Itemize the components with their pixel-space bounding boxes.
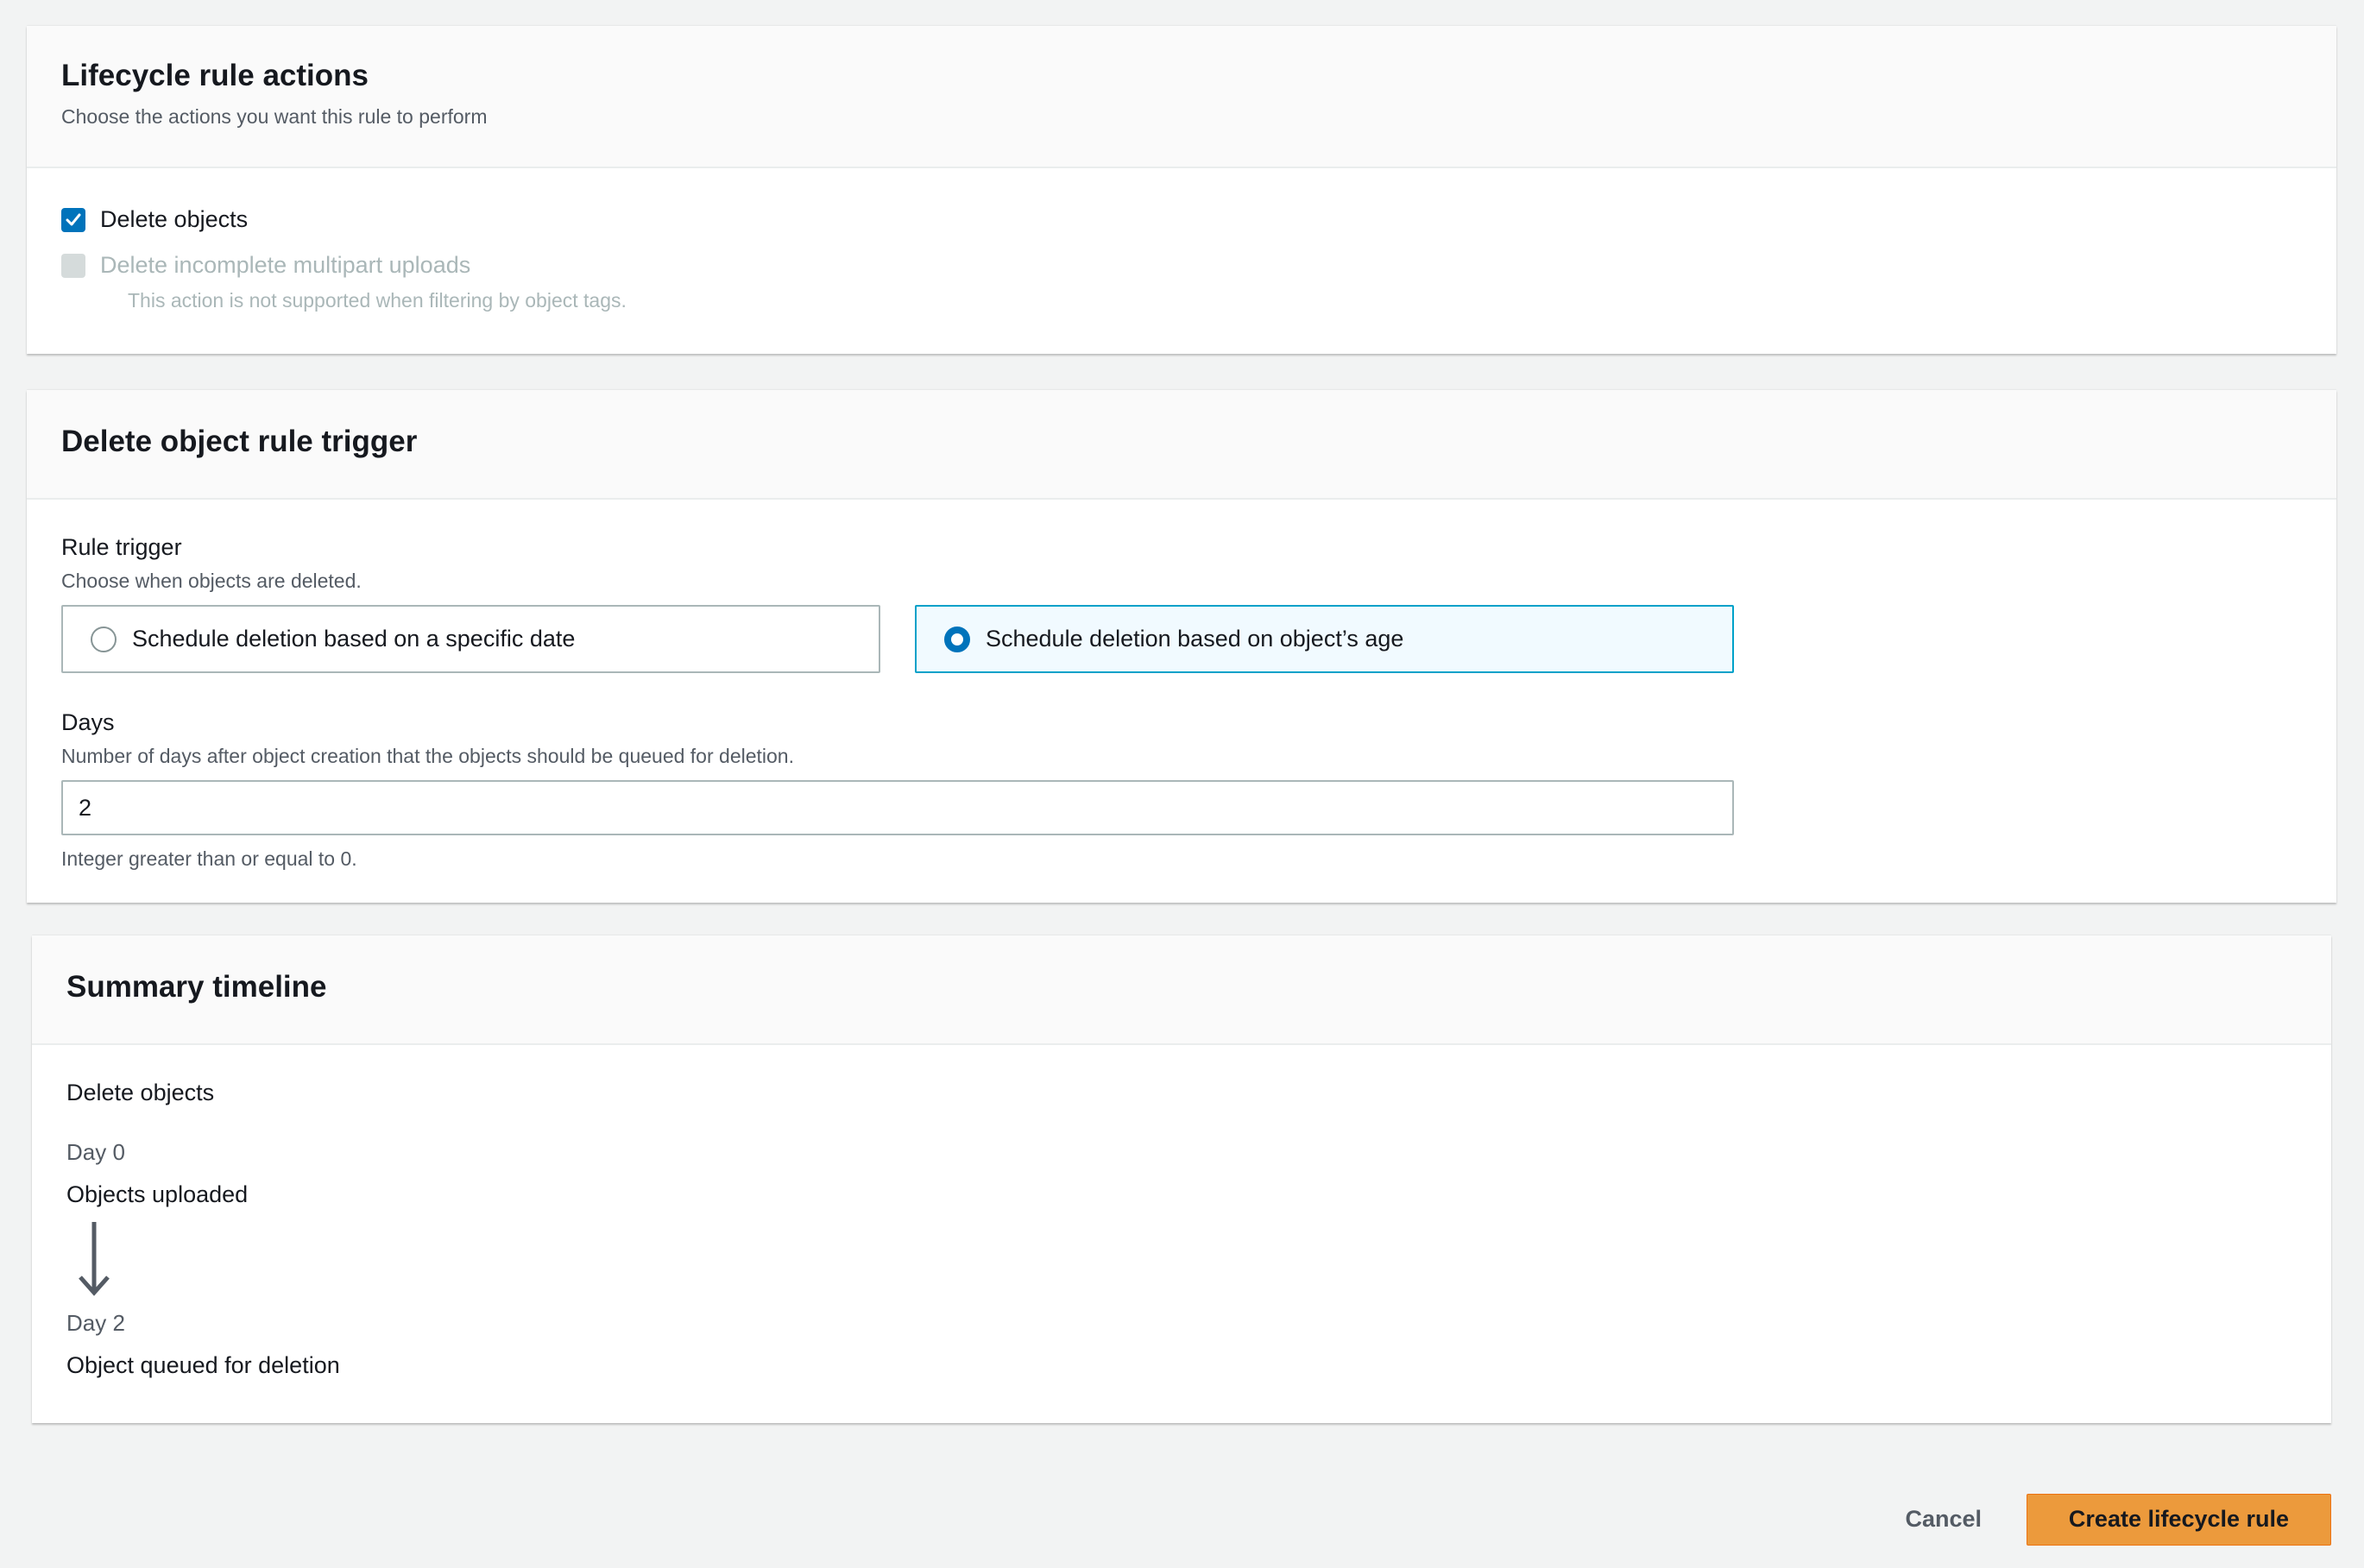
timeline-step-day: Day 2	[66, 1310, 125, 1336]
panel-title: Lifecycle rule actions	[61, 59, 369, 92]
rule-trigger-description: Choose when objects are deleted.	[61, 570, 362, 592]
delete-multipart-label: Delete incomplete multipart uploads	[100, 252, 471, 278]
panel-body: Delete objects Delete incomplete multipa…	[27, 168, 2336, 312]
days-input[interactable]	[61, 780, 1734, 835]
days-hint: Integer greater than or equal to 0.	[61, 847, 357, 870]
panel-header: Summary timeline	[32, 935, 2331, 1045]
radio-label-object-age: Schedule deletion based on object’s age	[986, 626, 1404, 652]
panel-title: Delete object rule trigger	[61, 425, 418, 458]
delete-multipart-hint: This action is not supported when filter…	[128, 289, 627, 312]
checkmark-icon	[66, 213, 81, 225]
delete-multipart-checkbox	[61, 253, 85, 278]
radio-label-specific-date: Schedule deletion based on a specific da…	[132, 626, 576, 652]
lifecycle-rule-actions-panel: Lifecycle rule actions Choose the action…	[27, 26, 2336, 354]
days-label: Days	[61, 709, 115, 735]
summary-timeline-panel: Summary timeline Delete objects Day 0 Ob…	[32, 935, 2331, 1423]
radio-button-object-age[interactable]	[944, 626, 970, 652]
arrow-down-icon	[79, 1222, 110, 1296]
timeline-step-event: Objects uploaded	[66, 1181, 249, 1207]
delete-object-rule-trigger-panel: Delete object rule trigger Rule trigger …	[27, 390, 2336, 903]
radio-button-specific-date[interactable]	[91, 626, 117, 652]
days-description: Number of days after object creation tha…	[61, 745, 794, 767]
radio-tile-specific-date[interactable]: Schedule deletion based on a specific da…	[61, 605, 880, 673]
create-lifecycle-rule-button[interactable]: Create lifecycle rule	[2027, 1493, 2331, 1546]
panel-description: Choose the actions you want this rule to…	[61, 105, 488, 128]
delete-objects-label: Delete objects	[100, 206, 249, 232]
rule-trigger-radio-group: Schedule deletion based on a specific da…	[61, 605, 2302, 673]
panel-body: Delete objects Day 0 Objects uploaded Da…	[32, 1045, 2331, 1379]
timeline-step-day: Day 0	[66, 1139, 125, 1165]
delete-objects-option[interactable]: Delete objects	[61, 206, 2302, 233]
form-actions: Cancel Create lifecycle rule	[1870, 1492, 2331, 1546]
panel-body: Rule trigger Choose when objects are del…	[27, 500, 2336, 871]
timeline-section-title: Delete objects	[66, 1080, 215, 1105]
lifecycle-rule-page: Lifecycle rule actions Choose the action…	[0, 0, 2364, 1568]
rule-trigger-label: Rule trigger	[61, 534, 182, 560]
panel-header: Delete object rule trigger	[27, 390, 2336, 500]
timeline-step-event: Object queued for deletion	[66, 1352, 340, 1378]
panel-title: Summary timeline	[66, 970, 327, 1004]
panel-header: Lifecycle rule actions Choose the action…	[27, 26, 2336, 168]
delete-objects-checkbox[interactable]	[61, 207, 85, 232]
radio-tile-object-age[interactable]: Schedule deletion based on object’s age	[915, 605, 1734, 673]
cancel-button[interactable]: Cancel	[1870, 1492, 2016, 1546]
delete-multipart-option: Delete incomplete multipart uploads	[61, 252, 2302, 279]
